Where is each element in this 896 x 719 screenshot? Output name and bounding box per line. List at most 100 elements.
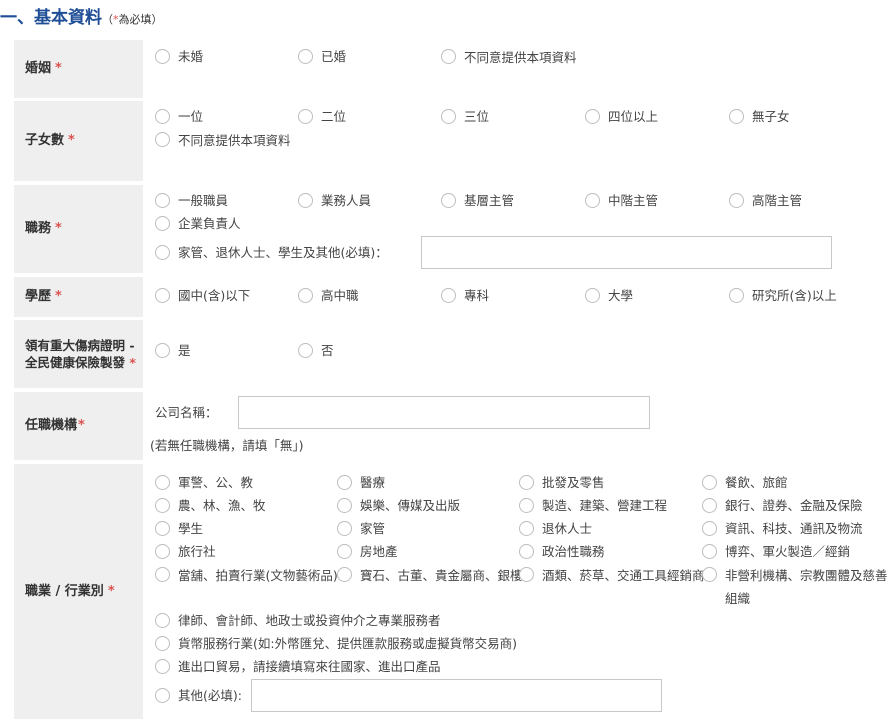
- children-decline-radio[interactable]: 不同意提供本項資料: [155, 129, 316, 152]
- radio-circle-icon: [519, 498, 534, 513]
- industry-gambling-radio[interactable]: 博弈、軍火製造／經銷: [702, 541, 850, 563]
- radio-circle-icon: [519, 567, 534, 582]
- radio-circle-icon: [441, 49, 456, 64]
- marital-label: 婚姻 *: [14, 40, 143, 98]
- position-sales-radio[interactable]: 業務人員: [298, 190, 371, 212]
- industry-professional-radio[interactable]: 律師、會計師、地政士或投資仲介之專業服務者: [155, 610, 441, 632]
- radio-circle-icon: [519, 521, 534, 536]
- radio-circle-icon: [155, 216, 170, 231]
- radio-circle-icon: [337, 475, 352, 490]
- radio-circle-icon: [729, 193, 744, 208]
- position-staff-radio[interactable]: 一般職員: [155, 190, 228, 212]
- industry-nonprofit-radio[interactable]: 非營利機構、宗教團體及慈善組織: [702, 564, 895, 610]
- industry-agriculture-radio[interactable]: 農、林、漁、牧: [155, 495, 266, 517]
- radio-circle-icon: [298, 288, 313, 303]
- radio-circle-icon: [155, 475, 170, 490]
- industry-travel-radio[interactable]: 旅行社: [155, 541, 216, 563]
- radio-circle-icon: [337, 544, 352, 559]
- marital-married-radio[interactable]: 已婚: [298, 46, 346, 68]
- radio-circle-icon: [585, 109, 600, 124]
- marital-decline-radio[interactable]: 不同意提供本項資料: [441, 46, 602, 69]
- radio-circle-icon: [155, 567, 170, 582]
- radio-circle-icon: [298, 49, 313, 64]
- radio-circle-icon: [155, 288, 170, 303]
- position-other-input[interactable]: [421, 236, 832, 269]
- radio-circle-icon: [155, 132, 170, 147]
- position-other-radio[interactable]: 家管、退休人士、學生及其他(必填)：: [155, 242, 388, 264]
- industry-retail-radio[interactable]: 批發及零售: [519, 472, 605, 494]
- industry-medical-radio[interactable]: 醫療: [337, 472, 385, 494]
- position-label: 職務 *: [14, 185, 143, 273]
- children-four-plus-radio[interactable]: 四位以上: [585, 106, 658, 128]
- radio-circle-icon: [155, 659, 170, 674]
- radio-circle-icon: [298, 193, 313, 208]
- illness-yes-radio[interactable]: 是: [155, 340, 191, 362]
- industry-it-radio[interactable]: 資訊、科技、通訊及物流: [702, 518, 863, 540]
- radio-circle-icon: [155, 613, 170, 628]
- children-two-radio[interactable]: 二位: [298, 106, 346, 128]
- industry-other-radio[interactable]: 其他(必填):: [155, 685, 242, 707]
- children-three-radio[interactable]: 三位: [441, 106, 489, 128]
- education-graduate-radio[interactable]: 研究所(含)以上: [729, 285, 837, 307]
- position-junior-manager-radio[interactable]: 基層主管: [441, 190, 514, 212]
- company-name-input[interactable]: [238, 396, 650, 429]
- radio-circle-icon: [298, 109, 313, 124]
- radio-circle-icon: [441, 288, 456, 303]
- radio-circle-icon: [702, 521, 717, 536]
- education-label: 學歷 *: [14, 277, 143, 317]
- radio-circle-icon: [337, 498, 352, 513]
- education-university-radio[interactable]: 大學: [585, 285, 633, 307]
- children-label: 子女數 *: [14, 101, 143, 181]
- industry-food-radio[interactable]: 餐飲、旅館: [702, 472, 788, 494]
- employer-label: 任職機構 *: [14, 392, 143, 460]
- radio-circle-icon: [519, 544, 534, 559]
- industry-homemaker-radio[interactable]: 家管: [337, 518, 385, 540]
- education-college-radio[interactable]: 專科: [441, 285, 489, 307]
- radio-circle-icon: [702, 567, 717, 582]
- industry-currency-radio[interactable]: 貨幣服務行業(如:外幣匯兌、提供匯款服務或虛擬貨幣交易商): [155, 633, 517, 655]
- radio-circle-icon: [155, 193, 170, 208]
- education-high-school-radio[interactable]: 高中職: [298, 285, 359, 307]
- radio-circle-icon: [155, 49, 170, 64]
- children-one-radio[interactable]: 一位: [155, 106, 203, 128]
- industry-banking-radio[interactable]: 銀行、證券、金融及保險: [702, 495, 863, 517]
- industry-import-export-radio[interactable]: 進出口貿易，請接續填寫來往國家、進出口產品: [155, 656, 441, 678]
- radio-circle-icon: [337, 567, 352, 582]
- radio-circle-icon: [155, 245, 170, 260]
- radio-circle-icon: [441, 109, 456, 124]
- industry-student-radio[interactable]: 學生: [155, 518, 203, 540]
- position-middle-manager-radio[interactable]: 中階主管: [585, 190, 658, 212]
- industry-media-radio[interactable]: 娛樂、傳媒及出版: [337, 495, 460, 517]
- industry-political-radio[interactable]: 政治性職務: [519, 541, 605, 563]
- education-junior-high-radio[interactable]: 國中(含)以下: [155, 285, 250, 307]
- industry-pawnshop-radio[interactable]: 當舖、拍賣行業(文物藝術品): [155, 564, 346, 587]
- radio-circle-icon: [298, 343, 313, 358]
- radio-circle-icon: [729, 288, 744, 303]
- industry-jewelry-radio[interactable]: 寶石、古董、貴金屬商、銀樓: [337, 564, 530, 587]
- radio-circle-icon: [155, 498, 170, 513]
- industry-other-input[interactable]: [251, 679, 662, 712]
- radio-circle-icon: [155, 109, 170, 124]
- industry-real-estate-radio[interactable]: 房地產: [337, 541, 398, 563]
- radio-circle-icon: [155, 521, 170, 536]
- company-name-label: 公司名稱：: [155, 405, 218, 420]
- marital-single-radio[interactable]: 未婚: [155, 46, 203, 68]
- position-senior-manager-radio[interactable]: 高階主管: [729, 190, 802, 212]
- illness-label: 領有重大傷病證明 - 全民健康保險製發 *: [14, 320, 143, 388]
- radio-circle-icon: [729, 109, 744, 124]
- position-owner-radio[interactable]: 企業負責人: [155, 213, 241, 235]
- radio-circle-icon: [155, 343, 170, 358]
- radio-circle-icon: [519, 475, 534, 490]
- children-none-radio[interactable]: 無子女: [729, 106, 790, 128]
- industry-alcohol-radio[interactable]: 酒類、菸草、交通工具經銷商: [519, 564, 712, 587]
- radio-circle-icon: [441, 193, 456, 208]
- employer-hint: (若無任職機構，請填「無」): [150, 438, 304, 453]
- radio-circle-icon: [155, 636, 170, 651]
- radio-circle-icon: [702, 498, 717, 513]
- illness-no-radio[interactable]: 否: [298, 340, 334, 362]
- industry-military-radio[interactable]: 軍警、公、教: [155, 472, 253, 494]
- industry-retired-radio[interactable]: 退休人士: [519, 518, 592, 540]
- industry-manufacturing-radio[interactable]: 製造、建築、營建工程: [519, 495, 667, 517]
- radio-circle-icon: [702, 544, 717, 559]
- required-note: （*為必填）: [102, 13, 163, 26]
